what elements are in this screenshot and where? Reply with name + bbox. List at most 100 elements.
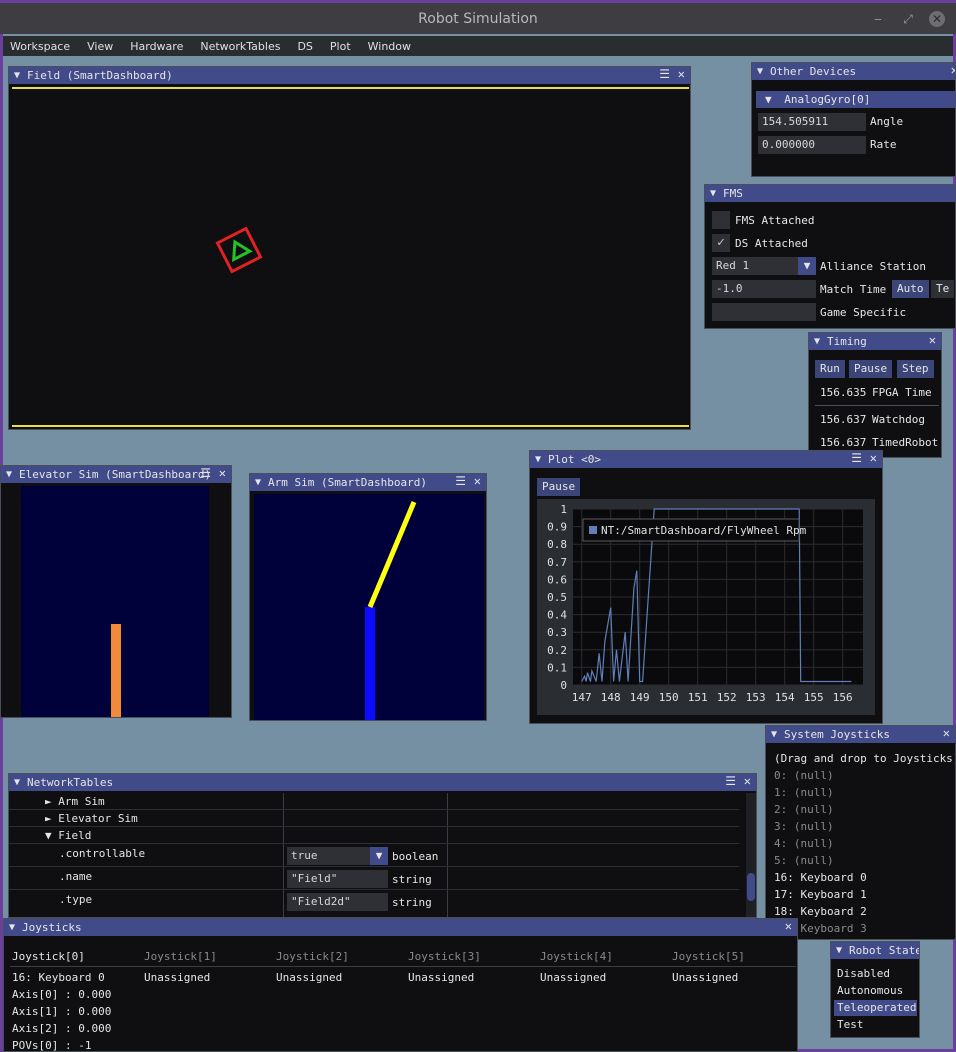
other-devices-header[interactable]: ▼ Other Devices ✕ xyxy=(752,63,955,80)
system-joysticks-header[interactable]: ▼ System Joysticks ✕ xyxy=(766,726,955,743)
joystick-assignment-3[interactable]: Unassigned xyxy=(408,971,474,984)
elevator-sim-header[interactable]: ▼ Elevator Sim (SmartDashboard) ☰ ✕ xyxy=(1,466,231,483)
state-teleoperated[interactable]: Teleoperated xyxy=(837,1001,916,1014)
collapse-icon[interactable]: ▼ xyxy=(836,945,842,956)
plot-pause-button[interactable]: Pause xyxy=(537,478,581,496)
joystick-assignment-2[interactable]: Unassigned xyxy=(276,971,342,984)
timing-header[interactable]: ▼ Timing ✕ xyxy=(809,333,941,350)
game-specific-input[interactable] xyxy=(712,303,816,321)
system-joystick-item[interactable]: 2: (null) xyxy=(774,803,834,816)
networktables-header[interactable]: ▼ NetworkTables ☰ ✕ xyxy=(9,774,756,791)
menu-icon[interactable]: ☰ xyxy=(455,474,466,488)
pause-button[interactable]: Pause xyxy=(849,360,893,378)
close-icon[interactable]: ✕ xyxy=(870,451,877,465)
menu-hardware[interactable]: Hardware xyxy=(130,40,183,53)
chevron-down-icon[interactable]: ▼ xyxy=(370,847,388,865)
menu-icon[interactable]: ☰ xyxy=(851,451,862,465)
state-test[interactable]: Test xyxy=(837,1018,864,1031)
minimize-icon[interactable]: ‒ xyxy=(870,11,886,27)
nt-type-input[interactable]: "Field2d" xyxy=(287,893,388,911)
x-tick-label: 150 xyxy=(659,691,679,704)
angle-input[interactable]: 154.505911 xyxy=(758,113,866,131)
menu-view[interactable]: View xyxy=(87,40,113,53)
menu-ds[interactable]: DS xyxy=(297,40,312,53)
collapse-icon[interactable]: ▼ xyxy=(9,922,15,933)
joystick-assignment-1[interactable]: Unassigned xyxy=(144,971,210,984)
collapse-icon[interactable]: ▼ xyxy=(710,188,716,199)
collapse-icon[interactable]: ▼ xyxy=(6,469,12,480)
title-bar: Robot Simulation ‒ ⤢ ✕ xyxy=(0,0,956,34)
fms-attached-checkbox[interactable] xyxy=(712,211,730,229)
collapse-icon[interactable]: ▼ xyxy=(535,454,541,465)
menu-workspace[interactable]: Workspace xyxy=(10,40,70,53)
nt-row-field[interactable]: ▼ Field xyxy=(45,829,91,842)
run-button[interactable]: Run xyxy=(815,360,845,378)
plot-header[interactable]: ▼ Plot <0> ☰ ✕ xyxy=(530,451,882,468)
menu-plot[interactable]: Plot xyxy=(330,40,351,53)
maximize-icon[interactable]: ⤢ xyxy=(900,11,916,27)
close-icon[interactable]: ✕ xyxy=(678,67,685,81)
close-icon[interactable]: ✕ xyxy=(219,466,226,480)
joystick-assignment-5[interactable]: Unassigned xyxy=(672,971,738,984)
system-joystick-item[interactable]: 1: (null) xyxy=(774,786,834,799)
joystick-header-5[interactable]: Joystick[5] xyxy=(672,950,745,963)
robot-pose[interactable] xyxy=(209,227,269,277)
system-joystick-item[interactable]: 16: Keyboard 0 xyxy=(774,871,867,884)
robot-state-header[interactable]: ▼ Robot State xyxy=(831,942,919,959)
alliance-station-select[interactable]: Red 1 xyxy=(712,257,799,275)
joystick-header-1[interactable]: Joystick[1] xyxy=(144,950,217,963)
close-icon[interactable]: ✕ xyxy=(943,726,950,740)
close-icon[interactable]: ✕ xyxy=(785,919,792,933)
menu-networktables[interactable]: NetworkTables xyxy=(200,40,280,53)
collapse-icon[interactable]: ▼ xyxy=(14,777,20,788)
field-window-header[interactable]: ▼ Field (SmartDashboard) ☰ ✕ xyxy=(9,67,690,84)
system-joystick-item[interactable]: 17: Keyboard 1 xyxy=(774,888,867,901)
auto-button[interactable]: Auto xyxy=(892,280,929,298)
close-icon[interactable]: ✕ xyxy=(744,774,751,788)
close-icon[interactable]: ✕ xyxy=(474,474,481,488)
collapse-icon[interactable]: ▼ xyxy=(255,477,261,488)
joysticks-header[interactable]: ▼ Joysticks ✕ xyxy=(4,919,797,936)
match-time-input[interactable]: -1.0 xyxy=(712,280,816,298)
nt-row-elevator-sim[interactable]: ► Elevator Sim xyxy=(45,812,138,825)
system-joystick-item[interactable]: 0: (null) xyxy=(774,769,834,782)
plot-chart[interactable]: 0 0.1 0.2 0.3 0.4 0.5 0.6 0.7 0.8 0.9 1 147 148 149 15… xyxy=(537,499,875,715)
close-icon[interactable]: ✕ xyxy=(951,63,955,77)
menu-icon[interactable]: ☰ xyxy=(659,67,670,81)
state-disabled[interactable]: Disabled xyxy=(837,967,890,980)
scrollbar-thumb[interactable] xyxy=(747,873,755,901)
collapse-icon[interactable]: ▼ xyxy=(14,70,20,81)
joystick-header-0[interactable]: Joystick[0] xyxy=(12,950,85,963)
state-autonomous[interactable]: Autonomous xyxy=(837,984,903,997)
step-button[interactable]: Step xyxy=(897,360,934,378)
ds-attached-checkbox[interactable]: ✓ xyxy=(712,234,730,252)
menu-window[interactable]: Window xyxy=(368,40,411,53)
arm-sim-header[interactable]: ▼ Arm Sim (SmartDashboard) ☰ ✕ xyxy=(250,474,486,491)
teleop-button[interactable]: Te xyxy=(931,280,955,298)
collapse-icon[interactable]: ▼ xyxy=(765,93,772,106)
joystick-header-3[interactable]: Joystick[3] xyxy=(408,950,481,963)
system-joystick-item[interactable]: 3: (null) xyxy=(774,820,834,833)
joystick-header-2[interactable]: Joystick[2] xyxy=(276,950,349,963)
chevron-down-icon[interactable]: ▼ xyxy=(798,257,816,275)
fms-header[interactable]: ▼ FMS xyxy=(705,185,955,202)
system-joystick-item[interactable]: 4: (null) xyxy=(774,837,834,850)
collapse-icon[interactable]: ▼ xyxy=(757,66,763,77)
menu-icon[interactable]: ☰ xyxy=(200,466,211,480)
system-joystick-item[interactable]: 5: (null) xyxy=(774,854,834,867)
rate-input[interactable]: 0.000000 xyxy=(758,136,866,154)
system-joystick-item[interactable]: 18: Keyboard 2 xyxy=(774,905,867,918)
close-icon[interactable]: ✕ xyxy=(929,333,936,347)
nt-controllable-select[interactable]: true xyxy=(287,847,375,865)
collapse-icon[interactable]: ▼ xyxy=(771,729,777,740)
collapse-icon[interactable]: ▼ xyxy=(814,336,820,347)
device-header-analoggyro[interactable]: ▼ AnalogGyro[0] xyxy=(756,91,955,108)
nt-row-arm-sim[interactable]: ► Arm Sim xyxy=(45,795,105,808)
close-window-icon[interactable]: ✕ xyxy=(929,11,945,27)
menu-icon[interactable]: ☰ xyxy=(725,774,736,788)
scrollbar[interactable] xyxy=(746,793,756,917)
nt-name-input[interactable]: "Field" xyxy=(287,870,388,888)
joystick-header-4[interactable]: Joystick[4] xyxy=(540,950,613,963)
joystick-assignment-4[interactable]: Unassigned xyxy=(540,971,606,984)
joystick-assignment-0[interactable]: 16: Keyboard 0 xyxy=(12,971,105,984)
